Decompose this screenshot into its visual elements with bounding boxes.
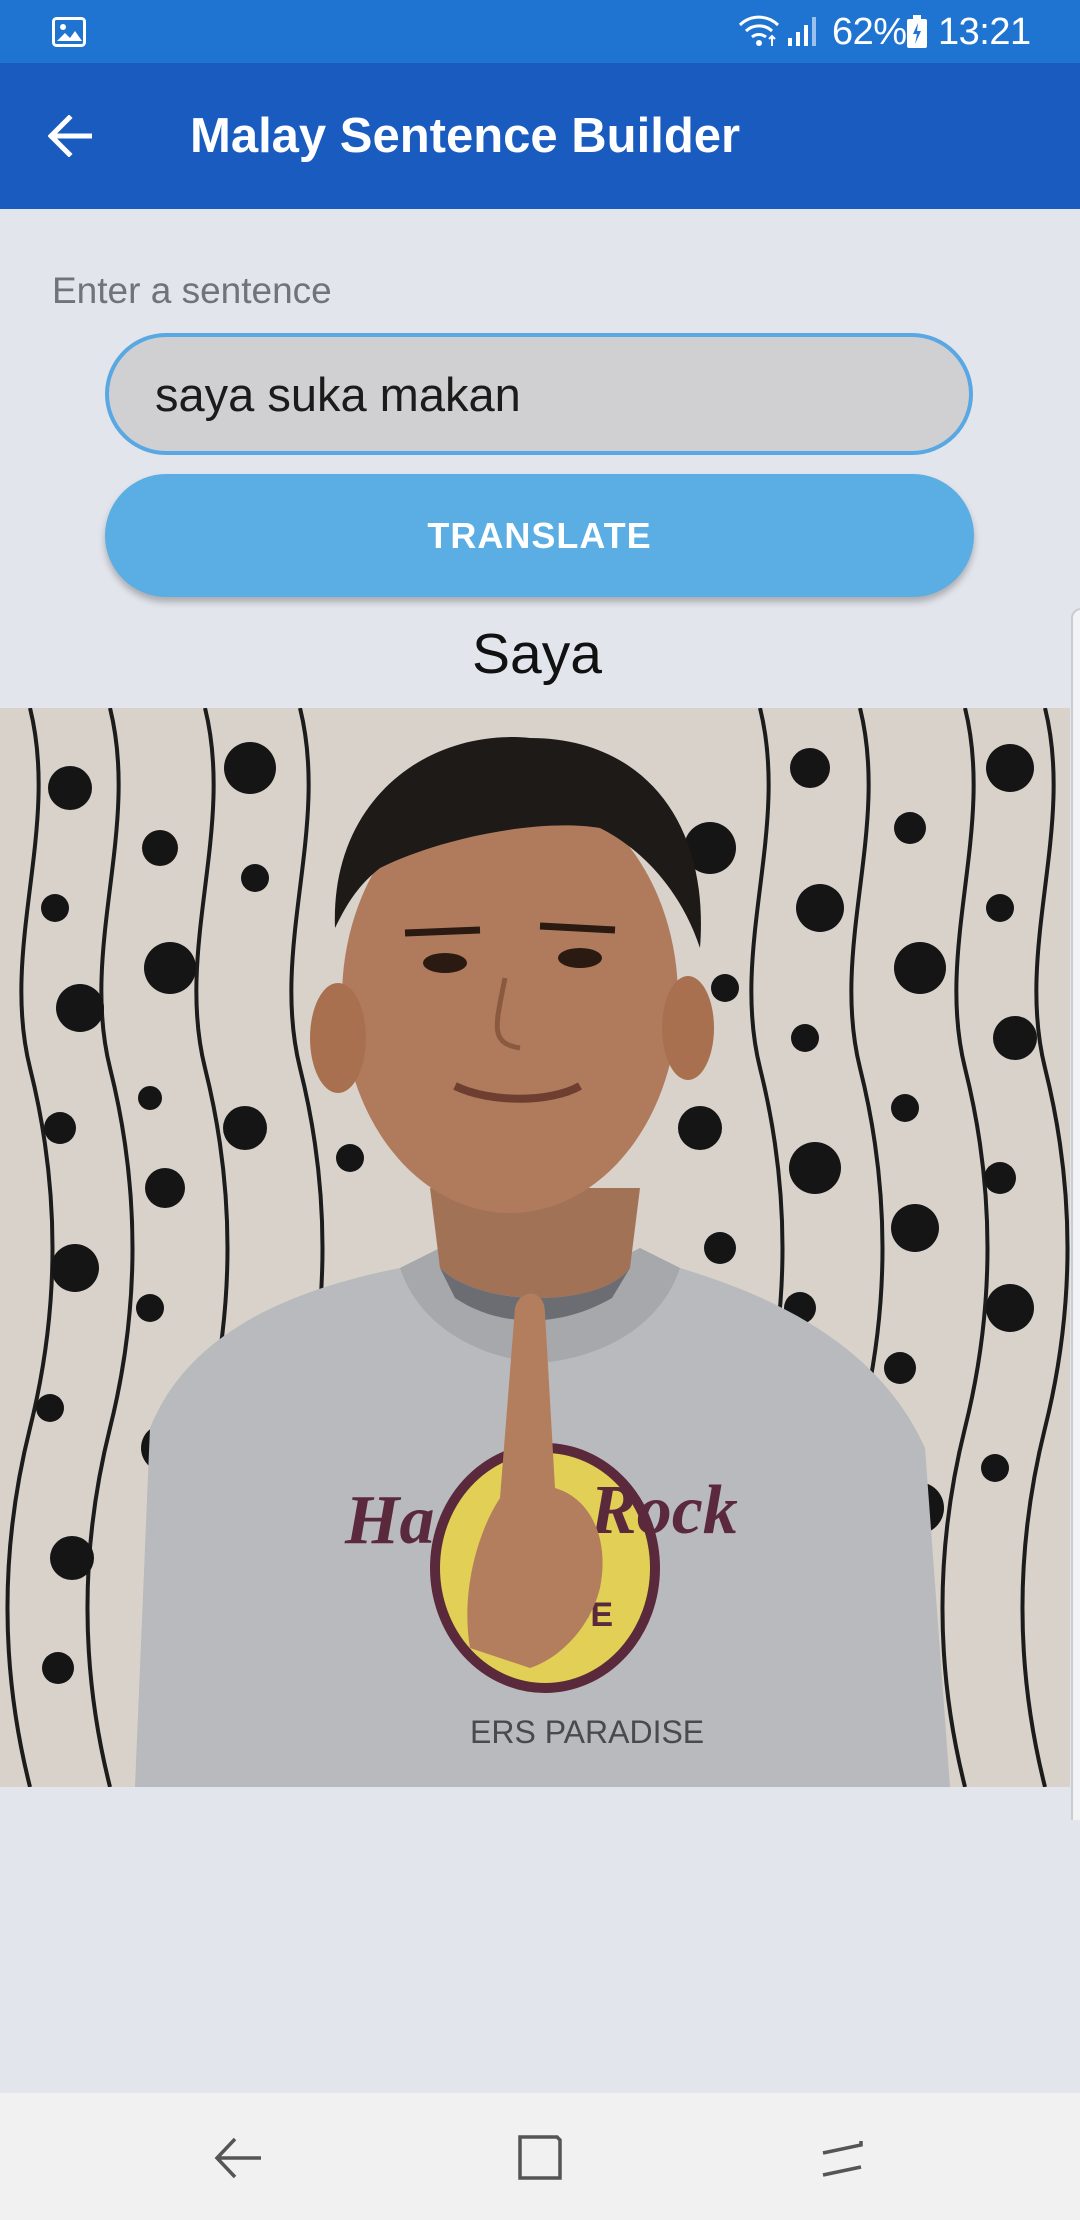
- svg-text:ERS PARADISE: ERS PARADISE: [470, 1714, 704, 1750]
- signal-icon: [788, 17, 816, 46]
- navigation-bar: [0, 2093, 1080, 2220]
- svg-text:Rock: Rock: [589, 1472, 738, 1549]
- sign-language-photo: Ha Rock AFE ERS PARADISE: [0, 708, 1070, 1787]
- result-word: Saya: [472, 622, 602, 686]
- nav-home-button[interactable]: [505, 2123, 575, 2193]
- scroll-edge: [1071, 608, 1080, 1820]
- svg-text:Ha: Ha: [344, 1482, 434, 1559]
- arrow-left-icon: [48, 115, 92, 157]
- nav-recent-button[interactable]: [807, 2123, 877, 2193]
- battery-icon: [907, 15, 927, 48]
- app-bar: Malay Sentence Builder: [0, 63, 1080, 209]
- sentence-input[interactable]: [105, 333, 973, 455]
- page-title: Malay Sentence Builder: [190, 109, 741, 163]
- nav-back-button[interactable]: [203, 2123, 273, 2193]
- battery-percent: 62%: [832, 11, 907, 53]
- back-button[interactable]: [30, 101, 112, 171]
- status-bar: 62% 13:21: [0, 0, 1080, 63]
- person-signing-image: Ha Rock AFE ERS PARADISE: [0, 708, 1070, 1787]
- nav-home-icon: [518, 2135, 562, 2180]
- input-label: Enter a sentence: [52, 270, 332, 311]
- translate-button[interactable]: TRANSLATE: [105, 474, 974, 597]
- gallery-icon: [52, 17, 86, 47]
- nav-recent-icon: [822, 2141, 863, 2177]
- nav-back-icon: [214, 2137, 261, 2179]
- clock: 13:21: [938, 11, 1031, 53]
- wifi-icon: [738, 15, 780, 46]
